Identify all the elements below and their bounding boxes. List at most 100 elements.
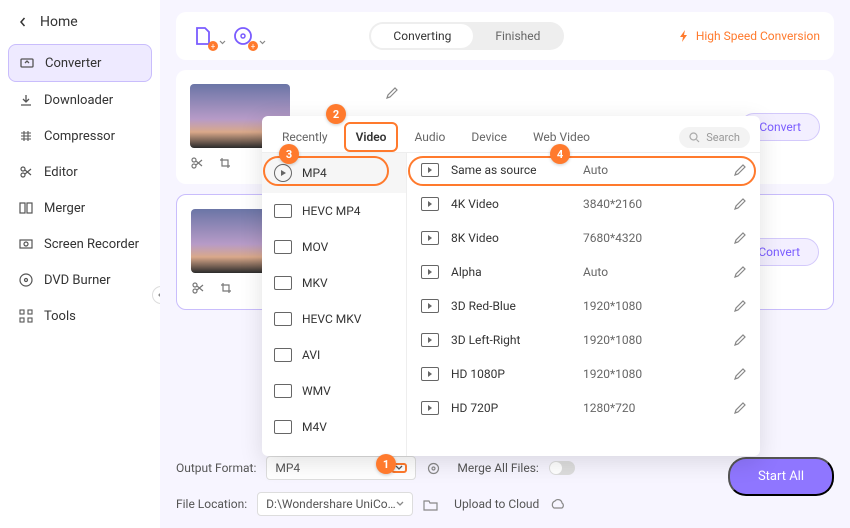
bottom-bar: Output Format: MP4 Merge All Files: File… xyxy=(176,450,834,522)
preset-8k[interactable]: 8K Video7680*4320 xyxy=(407,221,760,255)
tab-audio[interactable]: Audio xyxy=(404,122,455,152)
search-placeholder: Search xyxy=(706,131,740,144)
sidebar-label: Compressor xyxy=(44,129,115,144)
crop-icon[interactable] xyxy=(219,281,233,295)
disc-icon xyxy=(18,272,34,288)
compress-icon xyxy=(18,128,34,144)
callout-1: 1 xyxy=(376,454,396,474)
folder-icon[interactable] xyxy=(423,498,438,511)
sidebar-label: Downloader xyxy=(44,93,113,108)
chevron-down-icon xyxy=(396,501,404,507)
sidebar: Home Converter Downloader Compressor Edi… xyxy=(0,0,160,528)
preset-list[interactable]: Same as sourceAuto 4K Video3840*2160 8K … xyxy=(407,153,760,456)
video-icon xyxy=(421,299,439,313)
format-mkv[interactable]: MKV xyxy=(262,265,406,301)
tab-finished[interactable]: Finished xyxy=(473,24,562,48)
trim-icon[interactable] xyxy=(190,156,204,170)
cloud-icon[interactable] xyxy=(549,498,566,510)
format-icon xyxy=(274,384,292,398)
edit-icon[interactable] xyxy=(733,368,746,381)
format-icon xyxy=(274,312,292,326)
scissors-icon xyxy=(18,164,34,180)
sidebar-label: Merger xyxy=(44,201,85,216)
sidebar-item-tools[interactable]: Tools xyxy=(0,298,160,334)
file-location-select[interactable]: D:\Wondershare UniConverter 1 xyxy=(257,492,413,516)
callout-4: 4 xyxy=(550,144,570,164)
format-m4v[interactable]: M4V xyxy=(262,409,406,445)
search-icon xyxy=(689,132,700,143)
format-wmv[interactable]: WMV xyxy=(262,373,406,409)
sidebar-item-converter[interactable]: Converter xyxy=(8,44,152,82)
video-icon xyxy=(421,163,439,177)
add-dvd-button[interactable]: + xyxy=(230,23,256,49)
merge-toggle[interactable] xyxy=(549,461,575,475)
sidebar-label: DVD Burner xyxy=(44,273,111,288)
plus-icon: + xyxy=(248,41,258,51)
format-popup: Recently Video Audio Device Web Video Se… xyxy=(262,116,760,456)
edit-icon[interactable] xyxy=(733,232,746,245)
edit-icon[interactable] xyxy=(733,402,746,415)
tab-device[interactable]: Device xyxy=(461,122,517,152)
start-all-button[interactable]: Start All xyxy=(728,457,834,496)
trim-icon[interactable] xyxy=(191,281,205,295)
edit-icon[interactable] xyxy=(733,300,746,313)
sidebar-label: Converter xyxy=(45,56,101,71)
format-mov[interactable]: MOV xyxy=(262,229,406,265)
tab-converting[interactable]: Converting xyxy=(371,24,473,48)
sidebar-item-dvd-burner[interactable]: DVD Burner xyxy=(0,262,160,298)
preset-hd-1080p[interactable]: HD 1080P1920*1080 xyxy=(407,357,760,391)
chevron-left-icon xyxy=(18,17,28,27)
gear-icon[interactable] xyxy=(426,461,441,476)
merge-icon xyxy=(18,200,34,216)
format-icon xyxy=(274,240,292,254)
sidebar-label: Screen Recorder xyxy=(44,237,139,252)
sidebar-item-compressor[interactable]: Compressor xyxy=(0,118,160,154)
grid-icon xyxy=(18,308,34,324)
sidebar-label: Tools xyxy=(44,309,76,324)
edit-icon[interactable] xyxy=(733,334,746,347)
format-list[interactable]: MP4 HEVC MP4 MOV MKV HEVC MKV AVI WMV M4… xyxy=(262,153,407,456)
video-icon xyxy=(421,197,439,211)
high-speed-badge[interactable]: High Speed Conversion xyxy=(678,29,820,43)
crop-icon[interactable] xyxy=(218,156,232,170)
preset-hd-720p[interactable]: HD 720P1280*720 xyxy=(407,391,760,425)
edit-icon[interactable] xyxy=(733,164,746,177)
preset-same-as-source[interactable]: Same as sourceAuto xyxy=(407,153,760,187)
video-icon xyxy=(421,265,439,279)
video-icon xyxy=(421,333,439,347)
preset-4k[interactable]: 4K Video3840*2160 xyxy=(407,187,760,221)
converter-icon xyxy=(19,55,35,71)
format-icon xyxy=(274,164,292,182)
record-icon xyxy=(18,236,34,252)
merge-files-label: Merge All Files: xyxy=(457,461,538,475)
callout-3: 3 xyxy=(279,144,299,164)
edit-icon[interactable] xyxy=(733,198,746,211)
top-toolbar: + + Converting Finished High Speed Conve… xyxy=(176,12,834,60)
preset-3d-left-right[interactable]: 3D Left-Right1920*1080 xyxy=(407,323,760,357)
upload-cloud-label: Upload to Cloud xyxy=(454,497,539,511)
sidebar-item-screen-recorder[interactable]: Screen Recorder xyxy=(0,226,160,262)
video-icon xyxy=(421,231,439,245)
format-icon xyxy=(274,204,292,218)
sidebar-item-downloader[interactable]: Downloader xyxy=(0,82,160,118)
format-hevc-mp4[interactable]: HEVC MP4 xyxy=(262,193,406,229)
status-toggle: Converting Finished xyxy=(369,22,564,50)
preset-3d-red-blue[interactable]: 3D Red-Blue1920*1080 xyxy=(407,289,760,323)
format-icon xyxy=(274,420,292,434)
format-avi[interactable]: AVI xyxy=(262,337,406,373)
tab-video[interactable]: Video xyxy=(344,122,399,152)
output-format-label: Output Format: xyxy=(176,461,256,475)
format-hevc-mkv[interactable]: HEVC MKV xyxy=(262,301,406,337)
format-search[interactable]: Search xyxy=(679,127,750,148)
format-icon xyxy=(274,348,292,362)
file-location-label: File Location: xyxy=(176,497,247,511)
bolt-icon xyxy=(678,29,690,43)
sidebar-item-editor[interactable]: Editor xyxy=(0,154,160,190)
preset-alpha[interactable]: AlphaAuto xyxy=(407,255,760,289)
sidebar-item-merger[interactable]: Merger xyxy=(0,190,160,226)
edit-icon[interactable] xyxy=(733,266,746,279)
home-label: Home xyxy=(40,14,78,30)
add-file-button[interactable]: + xyxy=(190,23,216,49)
sidebar-label: Editor xyxy=(44,165,78,180)
home-back[interactable]: Home xyxy=(0,6,160,38)
